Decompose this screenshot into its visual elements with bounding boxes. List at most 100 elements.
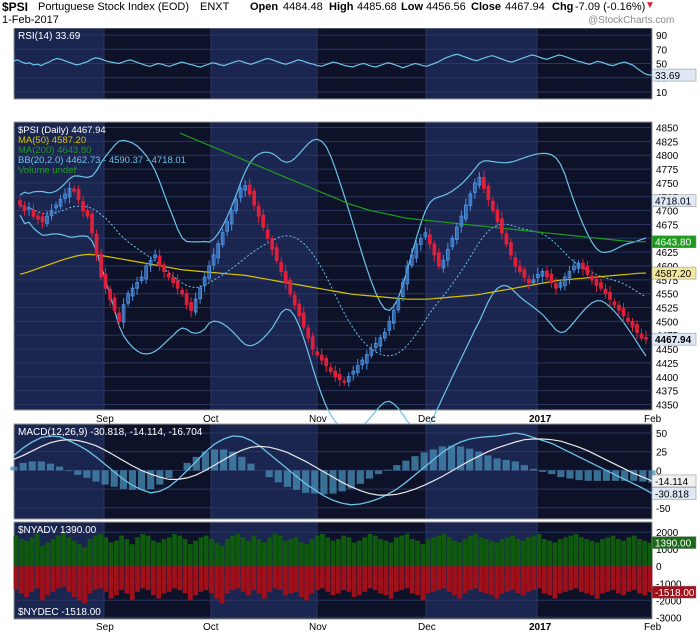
nyadv-bar: [145, 535, 151, 567]
nydec-bar: [394, 566, 399, 592]
nyadv-bar: [346, 537, 352, 567]
nydec-bar: [77, 566, 82, 601]
price-xlabel: Sep: [96, 414, 114, 425]
nyadv-bar: [420, 544, 426, 567]
nyadv-bar: [504, 537, 510, 567]
nyadv-bar: [277, 535, 283, 567]
candle-body: [319, 354, 324, 361]
nydec-bar: [436, 566, 442, 591]
nyadv-bar: [161, 539, 167, 567]
nydec-bar: [140, 566, 146, 589]
nyadv-bar: [362, 537, 368, 567]
nydec-bar: [224, 566, 230, 594]
nydec-bar: [325, 566, 331, 592]
macd-hist-bar: [402, 460, 410, 471]
nydec-bar: [367, 566, 373, 589]
nydec-bar: [40, 566, 45, 601]
nydec-bar: [29, 566, 35, 592]
nyadv-bar: [293, 537, 299, 567]
candle-body: [76, 189, 81, 201]
candle-body: [612, 301, 617, 306]
breadth-xlabel: 2017: [529, 622, 552, 633]
nydec-bar: [584, 566, 589, 594]
macd-hist-bar: [110, 470, 118, 487]
candle-body: [491, 200, 495, 212]
nyadv-bar: [166, 537, 172, 567]
price-ytick: 4375: [656, 387, 679, 398]
nydec-bar: [298, 566, 304, 597]
macd-hist-bar: [46, 463, 55, 471]
price-ytick: 4800: [656, 151, 679, 162]
nyadv-bar: [193, 540, 199, 567]
breadth-xlabel: Oct: [203, 622, 219, 633]
nydec-bar: [335, 566, 341, 594]
nyadv-bar: [203, 535, 209, 567]
nydec-bar: [187, 566, 193, 601]
candle-body: [279, 262, 284, 273]
nydec-bar: [536, 566, 542, 589]
candle-body: [72, 188, 76, 192]
candle-body: [495, 209, 500, 223]
candle-body: [184, 293, 189, 306]
nyadv-bar: [568, 535, 574, 567]
nydec-bar: [415, 566, 420, 596]
nydec-bar: [341, 566, 346, 591]
nyadv-bar: [325, 537, 331, 567]
nyadv-bar: [489, 540, 494, 567]
nydec-bar: [135, 566, 140, 592]
nyadv-bar: [467, 535, 473, 567]
nydec-bar: [129, 566, 135, 601]
candle-body: [324, 357, 329, 367]
rsi-ytick: 10: [656, 88, 668, 99]
price-ytick: 4625: [656, 248, 679, 259]
nydec-bar: [13, 566, 19, 591]
nyadv-bar: [283, 540, 288, 567]
nydec-bar: [557, 566, 563, 594]
nyadv-bar: [383, 540, 389, 567]
down-arrow-icon: ▼: [645, 0, 655, 11]
nydec-bar: [563, 566, 568, 592]
nyadv-bar: [256, 539, 262, 567]
nydec-bar: [166, 566, 172, 592]
nydec-bar: [578, 566, 584, 592]
macd-hist-bar: [28, 461, 36, 471]
nyadv-bar: [367, 533, 373, 567]
nyadv-bar: [214, 542, 220, 567]
nydec-bar: [71, 566, 77, 597]
price-xlabel: Nov: [309, 414, 327, 425]
nyadv-bar: [357, 540, 362, 567]
nyadv-bar: [409, 539, 415, 567]
nyadv-bar: [40, 545, 45, 567]
candle-body: [504, 233, 509, 245]
macd-hist-bar: [365, 470, 374, 479]
candle-body: [81, 201, 85, 212]
nyadv-bar: [536, 533, 542, 567]
macd-hist-bar: [92, 470, 100, 482]
nyadv-bar: [436, 535, 442, 567]
nydec-bar: [87, 566, 93, 594]
nyadv-bar: [647, 542, 653, 567]
macd-legend: MACD(12,26,9) -30.818, -14.114, -16.704: [18, 427, 203, 438]
candle-body: [545, 270, 549, 278]
nyadv-bar: [399, 535, 405, 567]
candle-body: [482, 176, 486, 189]
macd-hist-bar: [356, 470, 364, 484]
nyadv-bar: [552, 542, 558, 567]
watermark: @StockCharts.com: [588, 15, 675, 26]
nyadv-bar: [578, 537, 584, 567]
candle-body: [436, 252, 441, 267]
nydec-bar: [34, 566, 40, 589]
rsi-last-value: 33.69: [655, 71, 680, 82]
nyadv-bar: [520, 540, 526, 567]
nydec-bar: [214, 566, 220, 599]
macd-hist-bar: [238, 456, 246, 471]
nyadv-bar: [452, 540, 457, 567]
candle-body: [270, 238, 275, 250]
nyadv-bar: [29, 537, 35, 567]
candle-body: [40, 216, 45, 223]
candle-body: [166, 273, 171, 278]
nyadv-bar: [425, 539, 431, 567]
macd-hist-bar: [393, 465, 401, 471]
price-xlabel: Dec: [418, 414, 436, 425]
nyadv-bar: [473, 533, 479, 567]
